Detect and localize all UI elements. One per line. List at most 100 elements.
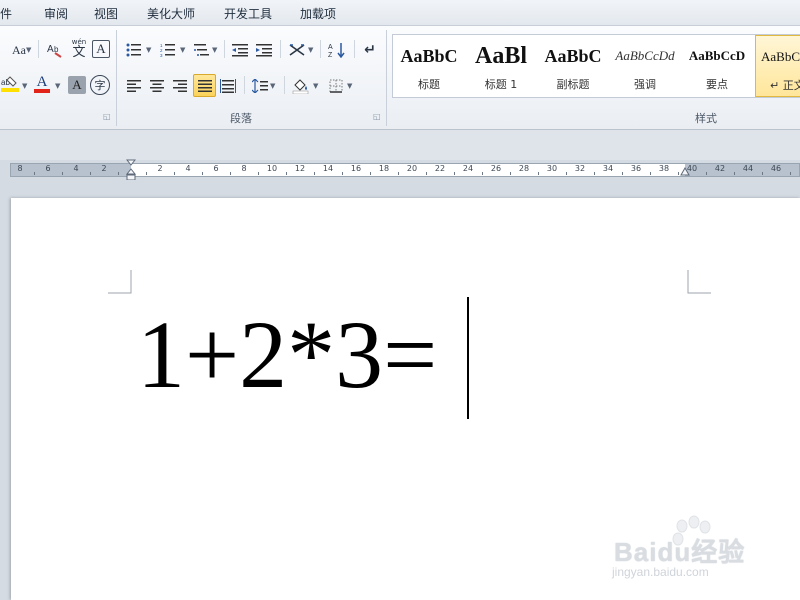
ruler-tick — [230, 172, 231, 175]
ruler-tick — [398, 172, 399, 175]
toolbar-divider — [244, 76, 245, 94]
show-formatting-marks-button[interactable]: ↵ — [360, 40, 380, 60]
ruler-number: 34 — [602, 164, 614, 173]
tab-view[interactable]: 视图 — [94, 5, 118, 22]
style-heading-1[interactable]: AaBl 标题 1 — [465, 35, 537, 97]
borders-button[interactable] — [326, 76, 346, 96]
ruler-tick — [566, 172, 567, 175]
ruler-tick — [706, 172, 707, 175]
line-spacing-icon — [252, 79, 268, 93]
group-divider — [116, 30, 117, 126]
chinese-layout-icon — [289, 44, 305, 56]
ruler-tick — [650, 172, 651, 175]
clear-formatting-button[interactable]: A b — [44, 40, 66, 60]
borders-dropdown-icon[interactable]: ▼ — [347, 82, 352, 90]
style-subtitle[interactable]: AaBbC 副标题 — [537, 35, 609, 97]
ruler-number: 18 — [378, 164, 390, 173]
decrease-indent-button[interactable] — [230, 40, 250, 60]
indent-marker-icon[interactable] — [126, 159, 136, 181]
tab-beautify-master[interactable]: 美化大师 — [147, 5, 195, 22]
character-shading-button[interactable]: A — [68, 76, 86, 94]
chinese-layout-dropdown-icon[interactable]: ▼ — [308, 46, 313, 54]
ruler-number: 42 — [714, 164, 726, 173]
align-center-button[interactable] — [147, 76, 167, 96]
text-highlight-button[interactable]: ab — [0, 74, 22, 94]
font-color-dropdown-icon[interactable]: ▼ — [55, 82, 60, 90]
multilevel-list-button[interactable] — [192, 40, 212, 60]
style-strong-name: 要点 — [706, 78, 728, 91]
style-title-name: 标题 — [418, 78, 440, 91]
clear-formatting-icon: A b — [47, 44, 62, 58]
line-spacing-button[interactable] — [250, 76, 270, 96]
ruler-tick — [202, 172, 203, 175]
highlight-dropdown-icon[interactable]: ▼ — [22, 82, 27, 90]
ruler-tick — [342, 172, 343, 175]
ruler-tick — [762, 172, 763, 175]
ruler-number: 20 — [406, 164, 418, 173]
ruler-background — [0, 130, 800, 160]
chinese-layout-button[interactable] — [286, 40, 308, 60]
style-normal[interactable]: AaBbC ↵ 正文 — [755, 35, 800, 97]
ruler-number: 44 — [742, 164, 754, 173]
character-border-button[interactable]: A — [92, 40, 110, 58]
ruler-number: 8 — [17, 164, 23, 173]
ribbon: Aa ▼ A b wén 文 A ab ▼ A ▼ A 字 ◱ ▼ 1 2 3 … — [0, 26, 800, 130]
change-case-dropdown-icon[interactable]: ▼ — [26, 46, 31, 54]
paragraph-mark-icon: ↵ — [364, 42, 376, 58]
ruler-tick — [258, 172, 259, 175]
ruler-tick — [174, 172, 175, 175]
ruler-number: 8 — [241, 164, 247, 173]
line-spacing-dropdown-icon[interactable]: ▼ — [270, 82, 275, 90]
sort-button[interactable]: A Z — [326, 40, 348, 60]
ruler-left-margin — [11, 164, 131, 176]
multilevel-list-dropdown-icon[interactable]: ▼ — [212, 46, 217, 54]
tab-developer[interactable]: 开发工具 — [224, 5, 272, 22]
ruler-number: 26 — [490, 164, 502, 173]
document-text[interactable]: 1+2*3= — [137, 300, 437, 410]
tab-add-ins[interactable]: 加载项 — [300, 5, 336, 22]
enclose-characters-button[interactable]: 字 — [90, 75, 110, 95]
paragraph-dialog-launcher-icon[interactable]: ◱ — [373, 112, 381, 121]
decrease-indent-icon — [232, 44, 248, 57]
tab-file[interactable]: 件 — [0, 5, 12, 22]
paint-bucket-icon — [292, 79, 309, 94]
shading-button[interactable] — [290, 76, 312, 96]
text-boundary-corner-icon — [108, 270, 132, 294]
tab-review[interactable]: 审阅 — [44, 5, 68, 22]
borders-icon — [329, 79, 343, 93]
style-strong[interactable]: AaBbCcD 要点 — [681, 35, 753, 97]
bullets-button[interactable] — [124, 40, 144, 60]
shading-dropdown-icon[interactable]: ▼ — [313, 82, 318, 90]
distributed-align-button[interactable] — [218, 76, 238, 96]
align-left-button[interactable] — [124, 76, 144, 96]
bullets-icon — [126, 43, 141, 57]
toolbar-divider — [280, 40, 281, 58]
style-normal-name: ↵ 正文 — [770, 79, 800, 92]
bullets-dropdown-icon[interactable]: ▼ — [146, 46, 151, 54]
style-title[interactable]: AaBbC 标题 — [393, 35, 465, 97]
numbering-dropdown-icon[interactable]: ▼ — [180, 46, 185, 54]
ruler-tick — [62, 172, 63, 175]
multilevel-list-icon — [194, 44, 209, 56]
phonetic-guide-button[interactable]: wén 文 — [68, 38, 90, 59]
style-subtitle-sample: AaBbC — [544, 45, 602, 66]
justify-button[interactable] — [193, 74, 216, 97]
toolbar-divider — [354, 40, 355, 58]
toolbar-divider — [38, 40, 39, 58]
highlighter-icon: ab — [1, 76, 19, 92]
font-color-button[interactable]: A — [32, 74, 52, 94]
svg-text:3: 3 — [160, 53, 163, 57]
increase-indent-button[interactable] — [254, 40, 274, 60]
text-cursor — [467, 297, 469, 419]
style-heading-1-name: 标题 1 — [484, 78, 518, 91]
justify-icon — [197, 79, 212, 92]
style-emphasis[interactable]: AaBbCcDd 强调 — [609, 35, 681, 97]
ruler-number: 36 — [630, 164, 642, 173]
font-dialog-launcher-icon[interactable]: ◱ — [103, 112, 111, 121]
ruler-tick — [34, 172, 35, 175]
align-right-button[interactable] — [170, 76, 190, 96]
numbering-button[interactable]: 1 2 3 — [158, 40, 178, 60]
right-indent-marker-icon[interactable] — [680, 167, 690, 177]
styles-group-label: 样式 — [695, 112, 717, 125]
align-left-icon — [127, 80, 141, 92]
